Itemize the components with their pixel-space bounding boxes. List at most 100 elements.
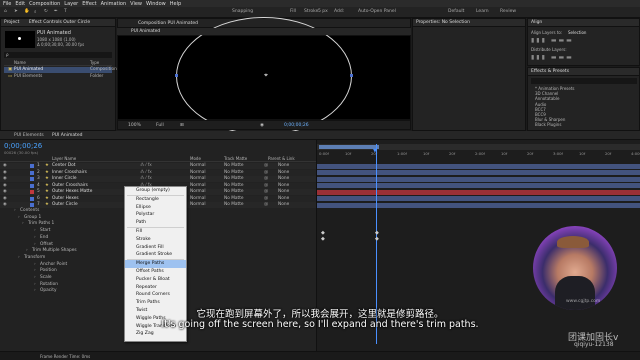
property-name[interactable]: Group 1 [24, 215, 41, 221]
parent-pickwhip-icon[interactable]: @ [264, 163, 268, 169]
parent-pickwhip-icon[interactable]: @ [264, 170, 268, 176]
expand-arrow-icon[interactable]: › [34, 288, 36, 294]
track-matte-select[interactable]: No Matte [224, 183, 244, 189]
parent-select[interactable]: None [278, 176, 289, 182]
layer-name[interactable]: Outer Hexes Matte [52, 189, 92, 195]
layer-name[interactable]: Center Dot [52, 163, 75, 169]
properties-tab[interactable]: Properties: No Selection [413, 19, 525, 27]
zoom-select[interactable]: 100% [128, 123, 141, 128]
comp-subtab[interactable]: PUI Animated [131, 28, 160, 35]
distribute-buttons-icon[interactable]: ▮▮▮ ▬▬▬ [531, 54, 574, 61]
layer-row[interactable]: ◉ 3 ★ Inner Circle ⁂ ⁄ fx Normal No Matte @ None [0, 176, 316, 182]
column-layer-name[interactable]: Layer Name [52, 156, 76, 162]
menu-composition[interactable]: Composition [29, 1, 60, 7]
layer-mode-select[interactable]: Normal [190, 183, 206, 189]
parent-pickwhip-icon[interactable]: @ [264, 183, 268, 189]
expand-arrow-icon[interactable]: › [22, 221, 24, 227]
expand-arrow-icon[interactable]: › [14, 208, 16, 214]
menu-item-ellipse[interactable]: Ellipse [125, 204, 186, 212]
menu-help[interactable]: Help [170, 1, 181, 7]
layer-switches[interactable]: ⁂ ⁄ fx [140, 163, 152, 169]
property-name[interactable]: Rotation [40, 282, 58, 288]
resolution-select[interactable]: Full [156, 123, 164, 128]
layer-mode-select[interactable]: Normal [190, 176, 206, 182]
parent-select[interactable]: None [278, 183, 289, 189]
time-ruler[interactable]: 0:00f 10f 20f 1:00f 10f 20f 2:00f 10f 20f 3:00f 10… [317, 150, 640, 158]
parent-pickwhip-icon[interactable]: @ [264, 176, 268, 182]
effects-search-input[interactable] [531, 78, 637, 84]
menu-item-gradient-stroke[interactable]: Gradient Stroke [125, 251, 186, 259]
label-color-swatch[interactable] [30, 170, 34, 175]
workspace-review[interactable]: Review [500, 9, 516, 14]
property-name[interactable]: Opacity [40, 288, 57, 294]
layer-mode-select[interactable]: Normal [190, 170, 206, 176]
layer-name[interactable]: Inner Circle [52, 176, 77, 182]
align-target-select[interactable]: Selection [568, 30, 586, 35]
property-name[interactable]: Offset [40, 242, 53, 248]
property-name[interactable]: Trim Paths 1 [28, 221, 54, 227]
menu-item-gradient-fill[interactable]: Gradient Fill [125, 244, 186, 252]
layer-name[interactable]: Outer Hexes [52, 196, 79, 202]
fill-option[interactable]: Fill [290, 9, 296, 14]
project-item[interactable]: ▭ PUI Elements Folder [4, 74, 112, 80]
menu-animation[interactable]: Animation [101, 1, 127, 7]
menu-item-polystar[interactable]: Polystar [125, 211, 186, 219]
layer-duration-bar[interactable] [317, 189, 640, 195]
expand-arrow-icon[interactable]: › [18, 255, 20, 261]
layer-mode-select[interactable]: Normal [190, 196, 206, 202]
parent-select[interactable]: None [278, 170, 289, 176]
pen-tool-icon[interactable]: ✒ [54, 9, 58, 14]
track-matte-select[interactable]: No Matte [224, 196, 244, 202]
visibility-eye-icon[interactable]: ◉ [3, 196, 7, 202]
visibility-eye-icon[interactable]: ◉ [3, 163, 7, 169]
menu-effect[interactable]: Effect [82, 1, 96, 7]
track-matte-select[interactable]: No Matte [224, 163, 244, 169]
parent-pickwhip-icon[interactable]: @ [264, 196, 268, 202]
layer-duration-bar[interactable] [317, 170, 640, 175]
effect-controls-tab[interactable]: Effect Controls Outer Circle [29, 20, 90, 25]
layer-name[interactable]: Outer Crosshairs [52, 183, 88, 189]
effects-presets-tab[interactable]: Effects & Presets [528, 68, 639, 76]
label-color-swatch[interactable] [30, 190, 34, 194]
layer-row[interactable]: ◉ 2 ★ Inner Crosshairs ⁂ ⁄ fx Normal No Matte @… [0, 169, 316, 176]
layer-mode-select[interactable]: Normal [190, 189, 206, 195]
label-color-swatch[interactable] [30, 196, 34, 201]
project-tab[interactable]: Project [4, 20, 19, 25]
workspace-default[interactable]: Default [448, 9, 464, 14]
menu-item-zig-zag[interactable]: Zig Zag [125, 330, 186, 338]
layer-switches[interactable]: ⁂ ⁄ fx [140, 176, 152, 182]
property-name[interactable]: Scale [40, 275, 52, 281]
column-track-matte[interactable]: Track Matte [224, 156, 247, 162]
type-tool-icon[interactable]: T [64, 9, 67, 14]
layer-duration-bar[interactable] [317, 183, 640, 188]
timeline-tab[interactable]: PUI Elements [14, 133, 44, 138]
expand-arrow-icon[interactable]: › [34, 228, 36, 234]
stroke-width[interactable]: 5 px [318, 9, 328, 14]
menu-view[interactable]: View [130, 1, 142, 7]
column-mode[interactable]: Mode [190, 156, 201, 162]
property-name[interactable]: End [40, 235, 48, 241]
keyframe-icon[interactable]: ◆ [375, 236, 379, 242]
timeline-tab-active[interactable]: PUI Animated [52, 133, 82, 138]
property-name[interactable]: Contents [20, 208, 39, 214]
visibility-eye-icon[interactable]: ◉ [3, 189, 7, 195]
selection-tool-icon[interactable]: ➤ [14, 9, 18, 14]
layer-duration-bar[interactable] [317, 176, 640, 182]
camera-icon[interactable]: ◉ [260, 123, 264, 128]
effects-category[interactable]: Black Plugins [531, 122, 637, 127]
property-name[interactable]: Start [40, 228, 51, 234]
keyframe-icon[interactable]: ◆ [321, 236, 325, 242]
hand-tool-icon[interactable]: ✋ [24, 9, 30, 14]
layer-row[interactable]: ◉ 1 ★ Center Dot ⁂ ⁄ fx Normal No Matte @ None [0, 163, 316, 169]
layer-duration-bar[interactable] [317, 163, 640, 169]
menu-item-path[interactable]: Path [125, 219, 186, 227]
track-matte-select[interactable]: No Matte [224, 170, 244, 176]
parent-select[interactable]: None [278, 163, 289, 169]
expand-arrow-icon[interactable]: › [18, 215, 20, 221]
layer-switches[interactable]: ⁂ ⁄ fx [140, 170, 152, 176]
property-name[interactable]: Transform [24, 255, 45, 261]
visibility-eye-icon[interactable]: ◉ [3, 170, 7, 176]
expand-arrow-icon[interactable]: › [26, 248, 28, 254]
column-type[interactable]: Type [90, 60, 99, 66]
property-name[interactable]: Trim Multiple Shapes [32, 248, 77, 254]
